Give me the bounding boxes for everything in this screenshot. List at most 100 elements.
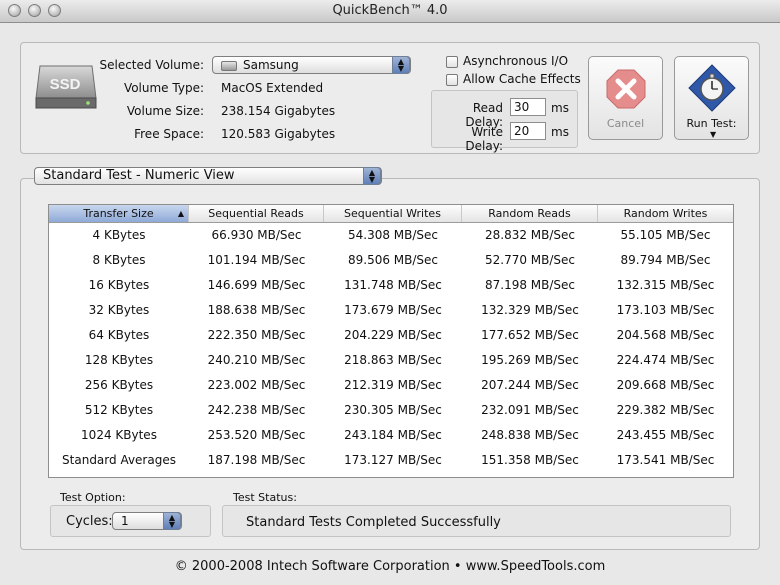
table-cell: 248.838 MB/Sec bbox=[481, 428, 579, 442]
test-option-label: Test Option: bbox=[60, 491, 126, 504]
cache-effects-label: Allow Cache Effects bbox=[463, 72, 581, 86]
volume-select-value: Samsung bbox=[243, 58, 299, 72]
volume-select-arrows-icon: ▲ ▼ bbox=[392, 56, 410, 74]
header-sequential-reads[interactable]: Sequential Reads bbox=[189, 205, 324, 222]
table-cell: 89.506 MB/Sec bbox=[347, 253, 439, 267]
cache-effects-checkbox[interactable] bbox=[446, 74, 458, 86]
table-row[interactable]: 4 KBytes 66.930 MB/Sec 54.308 MB/Sec 28.832… bbox=[49, 223, 733, 248]
cancel-x-icon bbox=[606, 69, 646, 109]
table-cell: 16 KBytes bbox=[88, 278, 150, 292]
table-row[interactable]: 1024 KBytes 253.520 MB/Sec 243.184 MB/Sec 2… bbox=[49, 423, 733, 448]
volume-select[interactable]: Samsung ▲ ▼ bbox=[212, 56, 411, 74]
volume-type-value: MacOS Extended bbox=[221, 81, 324, 95]
table-cell: 229.382 MB/Sec bbox=[616, 403, 715, 417]
table-cell: 240.210 MB/Sec bbox=[207, 353, 306, 367]
table-cell: 54.308 MB/Sec bbox=[347, 228, 439, 242]
table-cell: 131.748 MB/Sec bbox=[344, 278, 442, 292]
table-cell: 207.244 MB/Sec bbox=[481, 378, 579, 392]
table-cell: 188.638 MB/Sec bbox=[207, 303, 306, 317]
table-cell: 223.002 MB/Sec bbox=[207, 378, 306, 392]
write-delay-label: Write Delay: bbox=[465, 125, 503, 153]
table-cell: 32 KBytes bbox=[88, 303, 150, 317]
window-title: QuickBench™ 4.0 bbox=[332, 3, 448, 18]
table-cell: 204.229 MB/Sec bbox=[344, 328, 442, 342]
table-cell: 253.520 MB/Sec bbox=[207, 428, 306, 442]
table-cell: 146.699 MB/Sec bbox=[207, 278, 306, 292]
test-status-label: Test Status: bbox=[233, 491, 297, 504]
table-cell: 87.198 MB/Sec bbox=[484, 278, 576, 292]
table-row[interactable]: Standard Averages 187.198 MB/Sec 173.127 M… bbox=[49, 448, 733, 473]
table-cell: 512 KBytes bbox=[84, 403, 154, 417]
header-transfer-size[interactable]: Transfer Size ▲ bbox=[49, 205, 189, 222]
table-cell: 230.305 MB/Sec bbox=[344, 403, 442, 417]
table-row[interactable]: 512 KBytes 242.238 MB/Sec 230.305 MB/Sec 23… bbox=[49, 398, 733, 423]
table-row[interactable]: 16 KBytes 146.699 MB/Sec 131.748 MB/Sec 87.… bbox=[49, 273, 733, 298]
ssd-drive-icon: SSD bbox=[32, 62, 98, 112]
table-cell: 195.269 MB/Sec bbox=[481, 353, 579, 367]
cancel-button[interactable]: Cancel bbox=[588, 56, 663, 140]
write-delay-field[interactable]: 20 bbox=[510, 122, 546, 140]
table-cell: 151.358 MB/Sec bbox=[481, 453, 579, 467]
sort-ascending-icon: ▲ bbox=[177, 209, 184, 218]
table-cell: 28.832 MB/Sec bbox=[484, 228, 576, 242]
table-cell: 128 KBytes bbox=[84, 353, 154, 367]
table-cell: 132.315 MB/Sec bbox=[616, 278, 715, 292]
free-space-label: Free Space: bbox=[134, 127, 204, 141]
title-bar: QuickBench™ 4.0 bbox=[0, 0, 780, 23]
volume-size-label: Volume Size: bbox=[126, 104, 204, 118]
table-cell: 232.091 MB/Sec bbox=[481, 403, 579, 417]
table-cell: 173.127 MB/Sec bbox=[344, 453, 442, 467]
table-cell: 173.679 MB/Sec bbox=[344, 303, 442, 317]
cancel-button-label: Cancel bbox=[606, 117, 645, 130]
cycles-select-arrows-icon: ▲ ▼ bbox=[163, 512, 181, 530]
table-cell: 1024 KBytes bbox=[81, 428, 157, 442]
header-random-reads[interactable]: Random Reads bbox=[462, 205, 598, 222]
table-row[interactable]: 128 KBytes 240.210 MB/Sec 218.863 MB/Sec 19… bbox=[49, 348, 733, 373]
table-row[interactable]: 256 KBytes 223.002 MB/Sec 212.319 MB/Sec 20… bbox=[49, 373, 733, 398]
table-cell: 55.105 MB/Sec bbox=[620, 228, 711, 242]
table-cell: 243.184 MB/Sec bbox=[344, 428, 442, 442]
async-io-label: Asynchronous I/O bbox=[463, 54, 569, 68]
write-delay-unit: ms bbox=[551, 125, 569, 139]
table-cell: 173.103 MB/Sec bbox=[616, 303, 715, 317]
cycles-select[interactable]: 1 ▲ ▼ bbox=[112, 512, 182, 530]
table-cell: 204.568 MB/Sec bbox=[616, 328, 715, 342]
table-cell: 222.350 MB/Sec bbox=[207, 328, 306, 342]
table-cell: 8 KBytes bbox=[92, 253, 146, 267]
ssd-icon-text: SSD bbox=[50, 76, 81, 93]
table-row[interactable]: 64 KBytes 222.350 MB/Sec 204.229 MB/Sec 177… bbox=[49, 323, 733, 348]
run-test-button[interactable]: Run Test: ▼ bbox=[674, 56, 749, 140]
table-cell: 256 KBytes bbox=[84, 378, 154, 392]
table-cell: 66.930 MB/Sec bbox=[211, 228, 302, 242]
table-cell: 4 KBytes bbox=[92, 228, 146, 242]
table-cell: 52.770 MB/Sec bbox=[484, 253, 576, 267]
async-io-checkbox[interactable] bbox=[446, 56, 458, 68]
table-row[interactable]: 32 KBytes 188.638 MB/Sec 173.679 MB/Sec 132… bbox=[49, 298, 733, 323]
table-cell: 177.652 MB/Sec bbox=[481, 328, 579, 342]
table-cell: 243.455 MB/Sec bbox=[616, 428, 715, 442]
table-cell: 101.194 MB/Sec bbox=[207, 253, 306, 267]
table-cell: 209.668 MB/Sec bbox=[616, 378, 715, 392]
read-delay-field[interactable]: 30 bbox=[510, 98, 546, 116]
table-cell: 187.198 MB/Sec bbox=[207, 453, 306, 467]
table-cell: 242.238 MB/Sec bbox=[207, 403, 306, 417]
free-space-value: 120.583 Gigabytes bbox=[221, 127, 336, 141]
volume-size-value: 238.154 Gigabytes bbox=[221, 104, 336, 118]
run-test-button-label: Run Test: bbox=[686, 117, 737, 130]
view-select-arrows-icon: ▲ ▼ bbox=[363, 167, 381, 185]
view-select[interactable]: Standard Test - Numeric View ▲ ▼ bbox=[34, 167, 382, 185]
view-select-value: Standard Test - Numeric View bbox=[43, 168, 235, 183]
header-sequential-writes[interactable]: Sequential Writes bbox=[324, 205, 462, 222]
table-cell: 224.474 MB/Sec bbox=[616, 353, 715, 367]
results-table: Transfer Size ▲ Sequential Reads Sequent… bbox=[48, 204, 734, 478]
table-cell: 218.863 MB/Sec bbox=[344, 353, 442, 367]
test-status-value: Standard Tests Completed Successfully bbox=[246, 515, 501, 530]
stopwatch-icon bbox=[688, 64, 736, 112]
cycles-label: Cycles: bbox=[66, 514, 113, 529]
table-row[interactable]: 8 KBytes 101.194 MB/Sec 89.506 MB/Sec 52.77… bbox=[49, 248, 733, 273]
header-random-writes[interactable]: Random Writes bbox=[598, 205, 733, 222]
disk-icon bbox=[221, 61, 237, 71]
table-cell: 64 KBytes bbox=[88, 328, 150, 342]
chevron-down-icon: ▼ bbox=[710, 130, 717, 139]
table-cell: 132.329 MB/Sec bbox=[481, 303, 579, 317]
